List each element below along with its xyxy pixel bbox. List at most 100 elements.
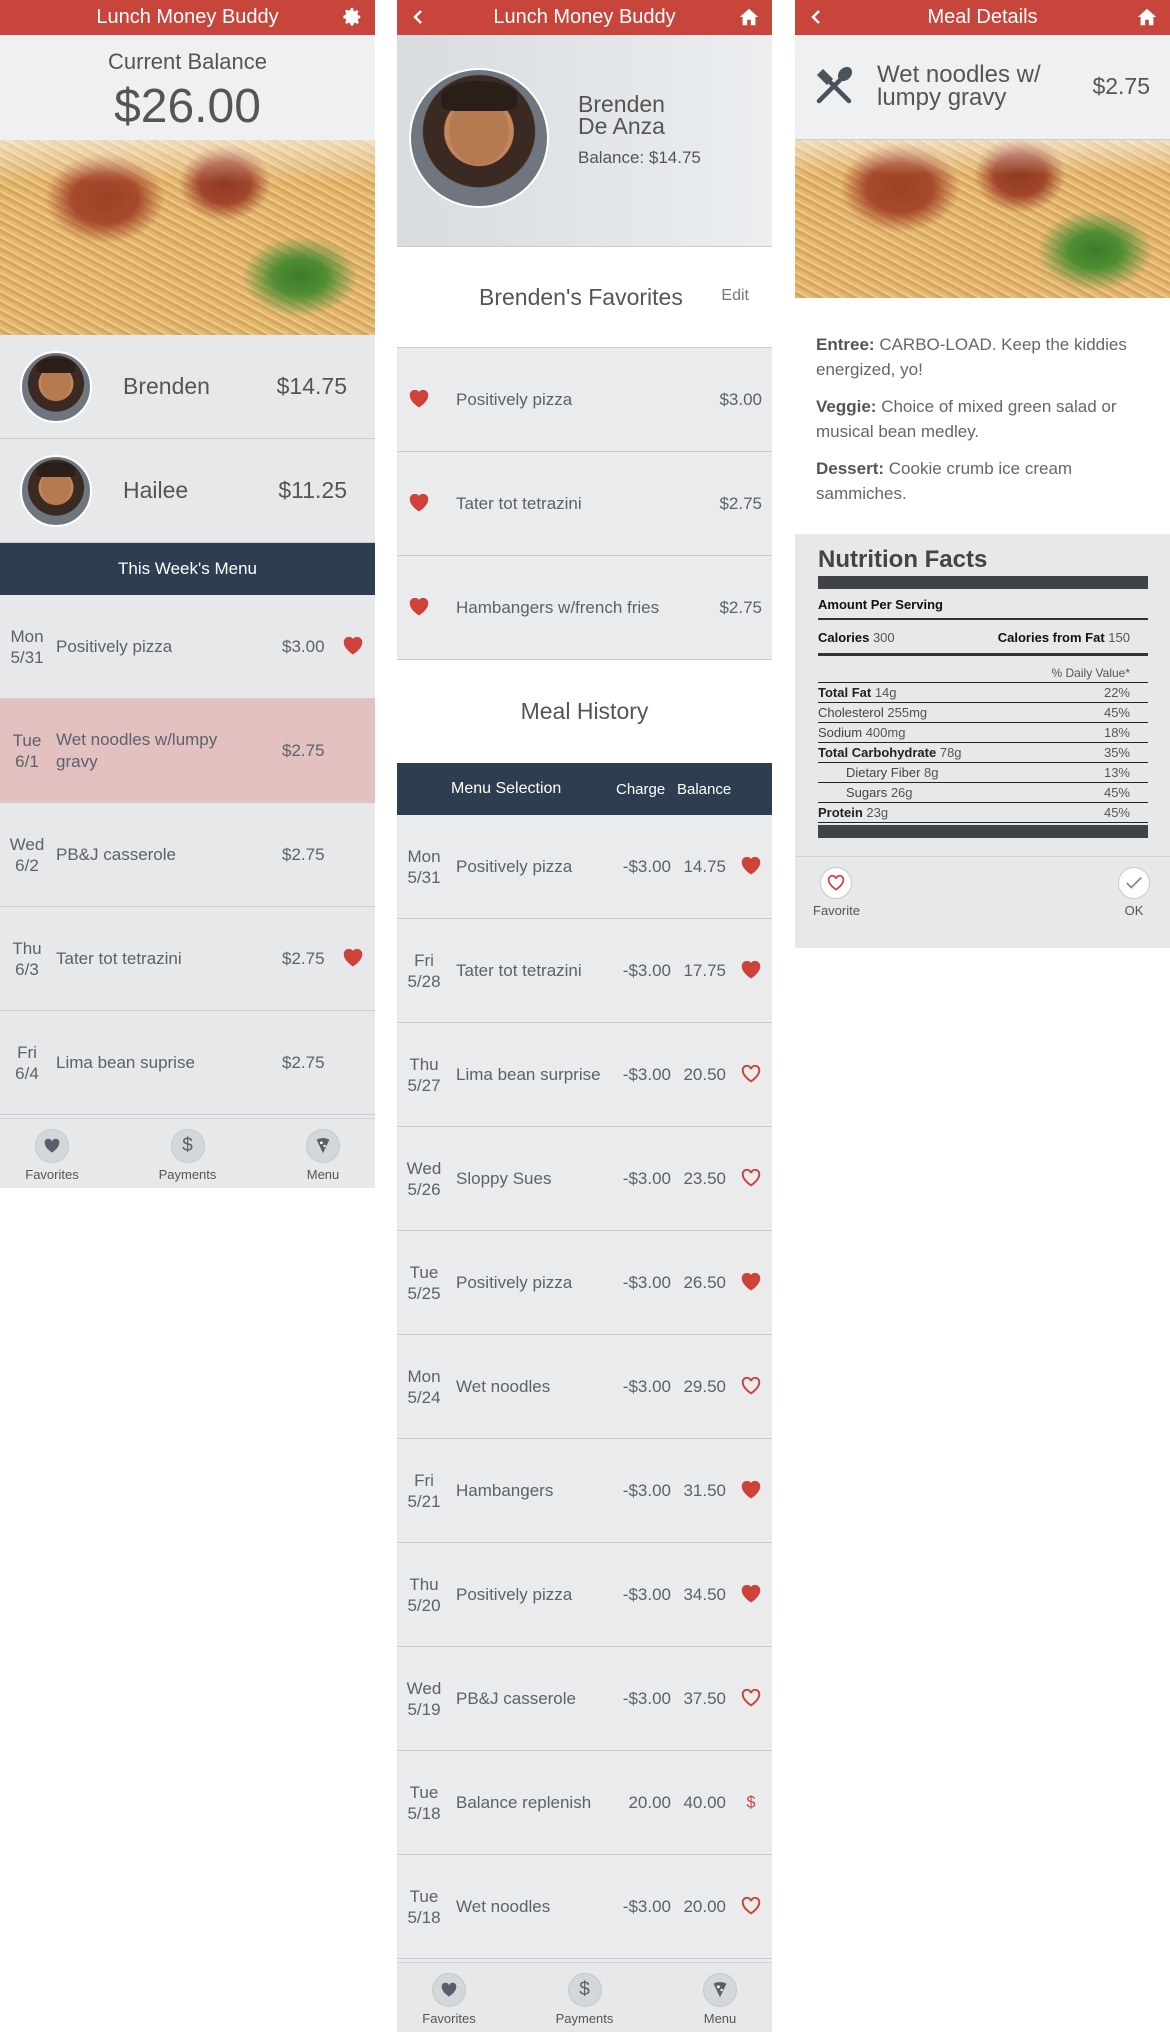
history-balance: 17.75 bbox=[683, 960, 726, 980]
home-icon[interactable] bbox=[1136, 6, 1158, 28]
favorite-item[interactable]: Tater tot tetrazini $2.75 bbox=[397, 452, 772, 556]
heart-filled-icon[interactable] bbox=[741, 1272, 761, 1296]
history-meal: Lima bean surprise bbox=[456, 1064, 601, 1084]
gear-icon[interactable] bbox=[341, 6, 363, 28]
heart-outline-icon[interactable] bbox=[741, 1168, 761, 1192]
meal-name: Wet noodles w/ lumpy gravy bbox=[877, 61, 1041, 111]
menu-item-name: Tater tot tetrazini bbox=[56, 948, 182, 968]
heart-outline-icon[interactable] bbox=[741, 1896, 761, 1920]
history-balance: 23.50 bbox=[683, 1168, 726, 1188]
nav-payments[interactable]: $ Payments bbox=[148, 1119, 228, 1188]
detail-actions: Favorite OK bbox=[795, 856, 1170, 926]
menu-item-price: $2.75 bbox=[282, 948, 325, 968]
history-row[interactable]: Thu 5/20 Positively pizza -$3.00 34.50 bbox=[397, 1543, 772, 1647]
heart-filled-icon[interactable] bbox=[741, 960, 761, 984]
nutrient-dv: 18% bbox=[1103, 725, 1130, 740]
menu-date: Fri 6/4 bbox=[0, 1042, 54, 1084]
heart-filled-icon[interactable] bbox=[741, 856, 761, 880]
nutrition-row: Dietary Fiber 8g 13% bbox=[818, 763, 1148, 783]
history-day-date: 5/18 bbox=[407, 1907, 441, 1927]
nutrition-thick-rule bbox=[818, 576, 1148, 589]
menu-item[interactable]: Fri 6/4 Lima bean suprise $2.75 bbox=[0, 1011, 375, 1115]
history-row[interactable]: Fri 5/28 Tater tot tetrazini -$3.00 17.75 bbox=[397, 919, 772, 1023]
nutrient-dv: 45% bbox=[1103, 785, 1130, 800]
history-header: Menu Selection Charge Balance bbox=[397, 763, 772, 815]
menu-date: Thu 6/3 bbox=[0, 938, 54, 980]
heart-outline-icon[interactable] bbox=[741, 1376, 761, 1400]
history-row[interactable]: Mon 5/31 Positively pizza -$3.00 14.75 bbox=[397, 815, 772, 919]
history-day: Mon bbox=[407, 846, 441, 866]
menu-item-name: Positively pizza bbox=[56, 636, 173, 656]
kid-row[interactable]: Hailee $11.25 bbox=[0, 439, 375, 543]
history-row[interactable]: Wed 5/19 PB&J casserole -$3.00 37.50 bbox=[397, 1647, 772, 1751]
heart-filled-icon[interactable] bbox=[343, 948, 363, 972]
history-row[interactable]: Fri 5/21 Hambangers -$3.00 31.50 bbox=[397, 1439, 772, 1543]
menu-item[interactable]: Tue 6/1 Wet noodles w/lumpy gravy $2.75 bbox=[0, 699, 375, 803]
ok-button[interactable]: OK bbox=[1118, 867, 1150, 926]
menu-day-date: 6/1 bbox=[15, 751, 39, 771]
history-day: Tue bbox=[409, 1782, 439, 1802]
history-charge: -$3.00 bbox=[622, 1480, 671, 1500]
history-row[interactable]: Wed 5/26 Sloppy Sues -$3.00 23.50 bbox=[397, 1127, 772, 1231]
heart-filled-icon[interactable] bbox=[409, 597, 429, 621]
avatar bbox=[20, 351, 92, 423]
history-balance: 20.50 bbox=[683, 1064, 726, 1084]
edit-button[interactable]: Edit bbox=[721, 287, 749, 305]
dollar-icon[interactable]: $ bbox=[741, 1793, 761, 1816]
home-icon[interactable] bbox=[738, 6, 760, 28]
dessert-line: Dessert: Cookie crumb ice cream sammiche… bbox=[816, 456, 1148, 506]
veggie-line: Veggie: Choice of mixed green salad or m… bbox=[816, 394, 1148, 444]
nutrient-amount: 14g bbox=[874, 685, 897, 700]
ok-label: OK bbox=[1124, 903, 1144, 918]
heart-filled-icon[interactable] bbox=[409, 389, 429, 413]
heart-outline-icon[interactable] bbox=[741, 1688, 761, 1712]
history-row[interactable]: Tue 5/25 Positively pizza -$3.00 26.50 bbox=[397, 1231, 772, 1335]
kid-amount: $11.25 bbox=[278, 477, 347, 503]
kid-name: Brenden bbox=[123, 373, 210, 399]
heart-icon bbox=[432, 1973, 466, 2007]
nav-menu[interactable]: Menu bbox=[283, 1119, 363, 1188]
heart-filled-icon[interactable] bbox=[343, 636, 363, 660]
col-menu-selection: Menu Selection bbox=[451, 780, 562, 797]
heart-filled-icon[interactable] bbox=[741, 1584, 761, 1608]
favorite-item[interactable]: Positively pizza $3.00 bbox=[397, 348, 772, 452]
history-row[interactable]: Thu 5/27 Lima bean surprise -$3.00 20.50 bbox=[397, 1023, 772, 1127]
menu-item[interactable]: Thu 6/3 Tater tot tetrazini $2.75 bbox=[0, 907, 375, 1011]
history-meal: Positively pizza bbox=[456, 856, 573, 876]
history-list: Mon 5/31 Positively pizza -$3.00 14.75 Fri 5/2… bbox=[397, 815, 772, 1959]
back-icon[interactable] bbox=[807, 7, 827, 27]
history-meal: Positively pizza bbox=[456, 1272, 573, 1292]
history-balance: 29.50 bbox=[683, 1376, 726, 1396]
nav-menu[interactable]: Menu bbox=[680, 1963, 760, 2032]
nutrient-label: Sugars bbox=[846, 785, 888, 800]
history-day-date: 5/25 bbox=[407, 1283, 441, 1303]
back-icon[interactable] bbox=[409, 7, 429, 27]
fat-calories: Calories from Fat 150 bbox=[998, 630, 1130, 645]
meal-header: Wet noodles w/ lumpy gravy $2.75 bbox=[795, 35, 1170, 140]
history-row[interactable]: Tue 5/18 Wet noodles -$3.00 20.00 bbox=[397, 1855, 772, 1959]
menu-item-price: $2.75 bbox=[282, 844, 325, 864]
nav-label: Favorites bbox=[422, 2011, 476, 2026]
history-day: Wed bbox=[406, 1158, 442, 1178]
nav-favorites[interactable]: Favorites bbox=[409, 1963, 489, 2032]
nav-payments[interactable]: $ Payments bbox=[545, 1963, 625, 2032]
heart-filled-icon[interactable] bbox=[741, 1480, 761, 1504]
history-row[interactable]: Tue 5/18 Balance replenish 20.00 40.00 $ bbox=[397, 1751, 772, 1855]
menu-item[interactable]: Mon 5/31 Positively pizza $3.00 bbox=[0, 595, 375, 699]
history-balance: 40.00 bbox=[683, 1792, 726, 1812]
kid-name: Hailee bbox=[123, 477, 189, 503]
menu-day: Thu bbox=[12, 938, 42, 958]
favorite-item[interactable]: Hambangers w/french fries $2.75 bbox=[397, 556, 772, 660]
history-row[interactable]: Mon 5/24 Wet noodles -$3.00 29.50 bbox=[397, 1335, 772, 1439]
nutrient-label: Protein bbox=[818, 805, 863, 820]
kid-row[interactable]: Brenden $14.75 bbox=[0, 335, 375, 439]
history-day: Wed bbox=[406, 1678, 442, 1698]
menu-item[interactable]: Wed 6/2 PB&J casserole $2.75 bbox=[0, 803, 375, 907]
heart-outline-icon[interactable] bbox=[741, 1064, 761, 1088]
meal-history-title: Meal History bbox=[397, 660, 772, 763]
nav-favorites[interactable]: Favorites bbox=[12, 1119, 92, 1188]
nutrient: Sugars 26g bbox=[818, 785, 913, 800]
balance-value: $26.00 bbox=[114, 80, 261, 133]
favorite-button[interactable]: Favorite bbox=[813, 867, 860, 926]
heart-filled-icon[interactable] bbox=[409, 493, 429, 517]
